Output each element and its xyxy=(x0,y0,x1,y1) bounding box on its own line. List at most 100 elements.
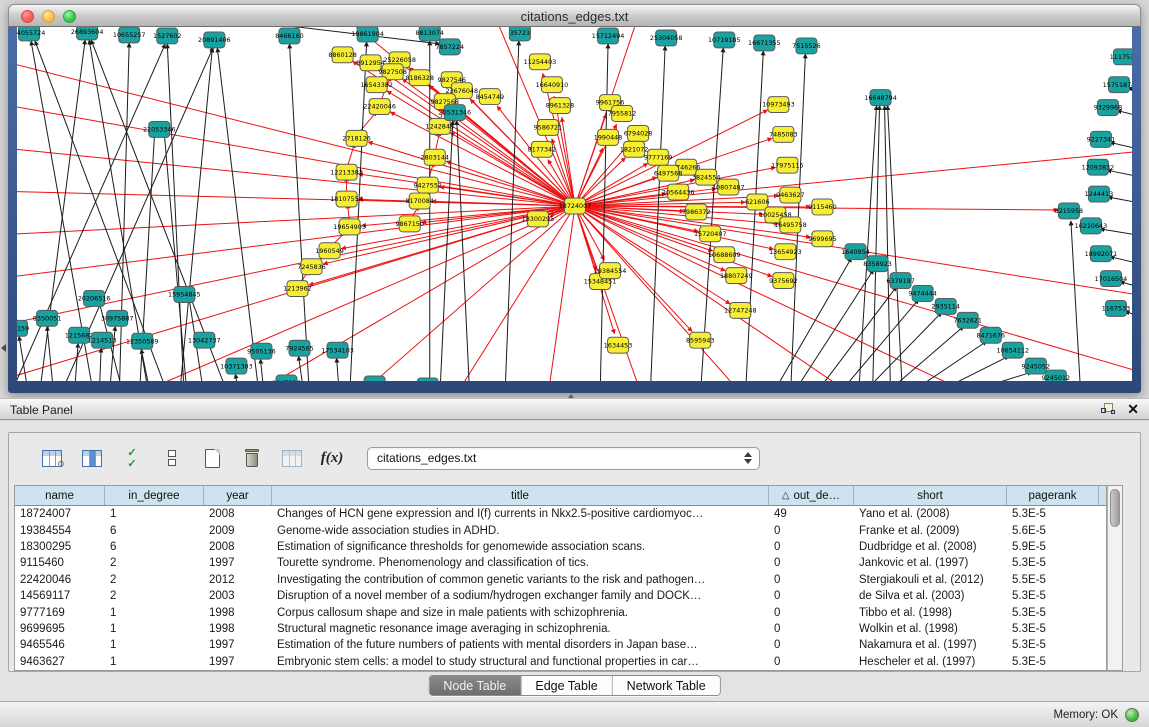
graph-node[interactable]: 6379197 xyxy=(886,273,915,289)
graph-node[interactable]: 6793019 xyxy=(360,376,389,381)
graph-node[interactable]: 17975115 xyxy=(771,157,804,173)
graph-node[interactable]: 24055724 xyxy=(17,27,45,41)
graph-node[interactable]: 1214513 xyxy=(88,332,117,348)
graph-node[interactable]: 1117531 xyxy=(1110,49,1132,65)
scrollbar-thumb[interactable] xyxy=(1110,489,1120,527)
graph-node[interactable]: 16648794 xyxy=(864,90,897,106)
column-header-title[interactable]: title xyxy=(272,486,769,505)
tab-node-table[interactable]: Node Table xyxy=(429,676,521,695)
column-header-year[interactable]: year xyxy=(204,486,272,505)
graph-node[interactable]: 10654112 xyxy=(996,342,1029,358)
graph-node[interactable]: 12747248 xyxy=(724,302,757,318)
graph-node[interactable]: 1960549 xyxy=(315,243,344,259)
graph-node[interactable]: 8186328 xyxy=(405,70,434,86)
graph-node[interactable]: 1527602 xyxy=(153,28,182,44)
graph-node[interactable]: 9867150 xyxy=(395,216,424,232)
new-column-icon[interactable] xyxy=(199,445,225,471)
graph-node[interactable]: 12213383 xyxy=(330,164,363,180)
table-scrollbar[interactable] xyxy=(1107,485,1123,671)
graph-node[interactable]: 9777169 xyxy=(644,149,673,165)
close-panel-icon[interactable]: ✕ xyxy=(1127,402,1139,416)
graph-node[interactable]: 1213962 xyxy=(283,281,312,297)
table-row[interactable]: 977716911998Corpus callosum shape and si… xyxy=(15,604,1106,620)
graph-node[interactable]: 19861904 xyxy=(351,27,384,42)
table-row[interactable]: 946362711997Embryonic stem cells: a mode… xyxy=(15,654,1106,670)
show-columns-icon[interactable] xyxy=(79,445,105,471)
graph-node[interactable]: 9586721 xyxy=(534,119,563,135)
collapse-west-panel-icon[interactable] xyxy=(1,344,6,352)
graph-node[interactable]: 8860128 xyxy=(328,47,357,63)
float-panel-icon[interactable] xyxy=(1101,402,1115,416)
graph-node[interactable]: 9505136 xyxy=(247,343,276,359)
graph-node[interactable]: 2803144 xyxy=(420,149,449,165)
graph-node[interactable]: 15720407 xyxy=(694,226,727,242)
network-canvas[interactable]: 1872400788601288912954252260589827508165… xyxy=(17,27,1132,381)
graph-node[interactable]: 2718126 xyxy=(342,130,371,146)
graph-node[interactable]: 7857224 xyxy=(436,39,465,55)
graph-node[interactable]: 35723 xyxy=(509,27,530,41)
graph-node[interactable]: 6794028 xyxy=(624,125,653,141)
table-row[interactable]: 1830029562008Estimation of significance … xyxy=(15,539,1106,555)
graph-node[interactable]: 1845236 xyxy=(272,375,301,381)
graph-node[interactable]: 1244413 xyxy=(1085,186,1114,202)
graph-node[interactable]: 15712494 xyxy=(592,28,625,44)
graph-node[interactable]: 8170084 xyxy=(405,193,434,209)
graph-node[interactable]: 12760558 xyxy=(411,378,444,381)
table-row[interactable]: 2242004622012Investigating the contribut… xyxy=(15,572,1106,588)
column-header-in_degree[interactable]: in_degree xyxy=(105,486,204,505)
graph-node[interactable]: 9245012 xyxy=(1042,370,1071,381)
graph-node[interactable]: 17016504 xyxy=(1095,271,1128,287)
graph-node[interactable]: 9375692 xyxy=(769,273,798,289)
graph-node[interactable]: 1167533 xyxy=(1102,300,1131,316)
citation-network-graph[interactable]: 1872400788601288912954252260589827508165… xyxy=(17,27,1132,381)
graph-node[interactable]: 9329968 xyxy=(1094,100,1123,116)
graph-node[interactable]: 8358923 xyxy=(863,256,892,272)
graph-node[interactable]: 7485083 xyxy=(769,126,798,142)
graph-node[interactable]: 11254403 xyxy=(524,54,557,70)
graph-node[interactable]: 10655257 xyxy=(113,27,146,43)
tab-network-table[interactable]: Network Table xyxy=(613,676,720,695)
graph-node[interactable]: 7924565 xyxy=(285,340,314,356)
window-titlebar[interactable]: citations_edges.txt xyxy=(8,4,1141,27)
column-header-name[interactable]: name xyxy=(15,486,105,505)
graph-node[interactable]: 17534103 xyxy=(321,342,354,358)
tab-edge-table[interactable]: Edge Table xyxy=(521,676,612,695)
graph-node[interactable]: 7955812 xyxy=(608,106,637,122)
function-builder-icon[interactable]: f(x) xyxy=(319,445,345,471)
graph-node[interactable]: 13042737 xyxy=(188,332,221,348)
graph-node[interactable]: 8471676 xyxy=(976,327,1005,343)
graph-node[interactable]: 16671355 xyxy=(748,35,781,51)
graph-node[interactable]: 7515526 xyxy=(792,38,821,54)
table-mode-icon[interactable]: ⚙ xyxy=(39,445,65,471)
table-row[interactable]: 946554611997Estimation of the future num… xyxy=(15,637,1106,653)
graph-node[interactable]: 9227341 xyxy=(1087,131,1116,147)
graph-node[interactable]: 9699695 xyxy=(808,231,837,247)
graph-node[interactable]: 15751874 xyxy=(1103,77,1132,93)
graph-node[interactable]: 25304058 xyxy=(650,30,683,46)
graph-node[interactable]: 18107554 xyxy=(330,191,363,207)
graph-node[interactable]: 18992071 xyxy=(1085,246,1118,262)
graph-node[interactable]: 6497568 xyxy=(654,165,683,181)
select-columns-icon[interactable]: ✓✓ xyxy=(119,445,145,471)
graph-node[interactable]: 16640910 xyxy=(536,77,569,93)
graph-node[interactable]: 2935114 xyxy=(931,298,960,314)
graph-node[interactable]: 16210643 xyxy=(1075,218,1108,234)
table-row[interactable]: 1938455462009Genome-wide association stu… xyxy=(15,522,1106,538)
graph-node[interactable]: 8961328 xyxy=(546,98,575,114)
graph-node[interactable]: 8215958 xyxy=(1055,203,1084,219)
graph-node[interactable]: 1640954 xyxy=(841,244,870,260)
graph-node[interactable]: 12350589 xyxy=(126,333,159,349)
graph-node[interactable]: 833159 xyxy=(17,320,29,336)
column-header-pagerank[interactable]: pagerank xyxy=(1007,486,1099,505)
table-row[interactable]: 1872400712008Changes of HCN gene express… xyxy=(15,506,1106,522)
table-row[interactable]: 911546021997Tourette syndrome. Phenomeno… xyxy=(15,555,1106,571)
table-selector-dropdown[interactable]: citations_edges.txt xyxy=(367,447,760,470)
column-header-short[interactable]: short xyxy=(854,486,1007,505)
table-row[interactable]: 969969511998Structural magnetic resonanc… xyxy=(15,621,1106,637)
graph-node[interactable]: 1990448 xyxy=(594,129,623,145)
memory-status-indicator[interactable] xyxy=(1125,708,1139,722)
graph-node[interactable]: 18807249 xyxy=(720,268,753,284)
graph-node[interactable]: 8595943 xyxy=(686,332,715,348)
graph-node[interactable]: 8350051 xyxy=(33,310,62,326)
graph-node[interactable]: 30975887 xyxy=(101,310,134,326)
